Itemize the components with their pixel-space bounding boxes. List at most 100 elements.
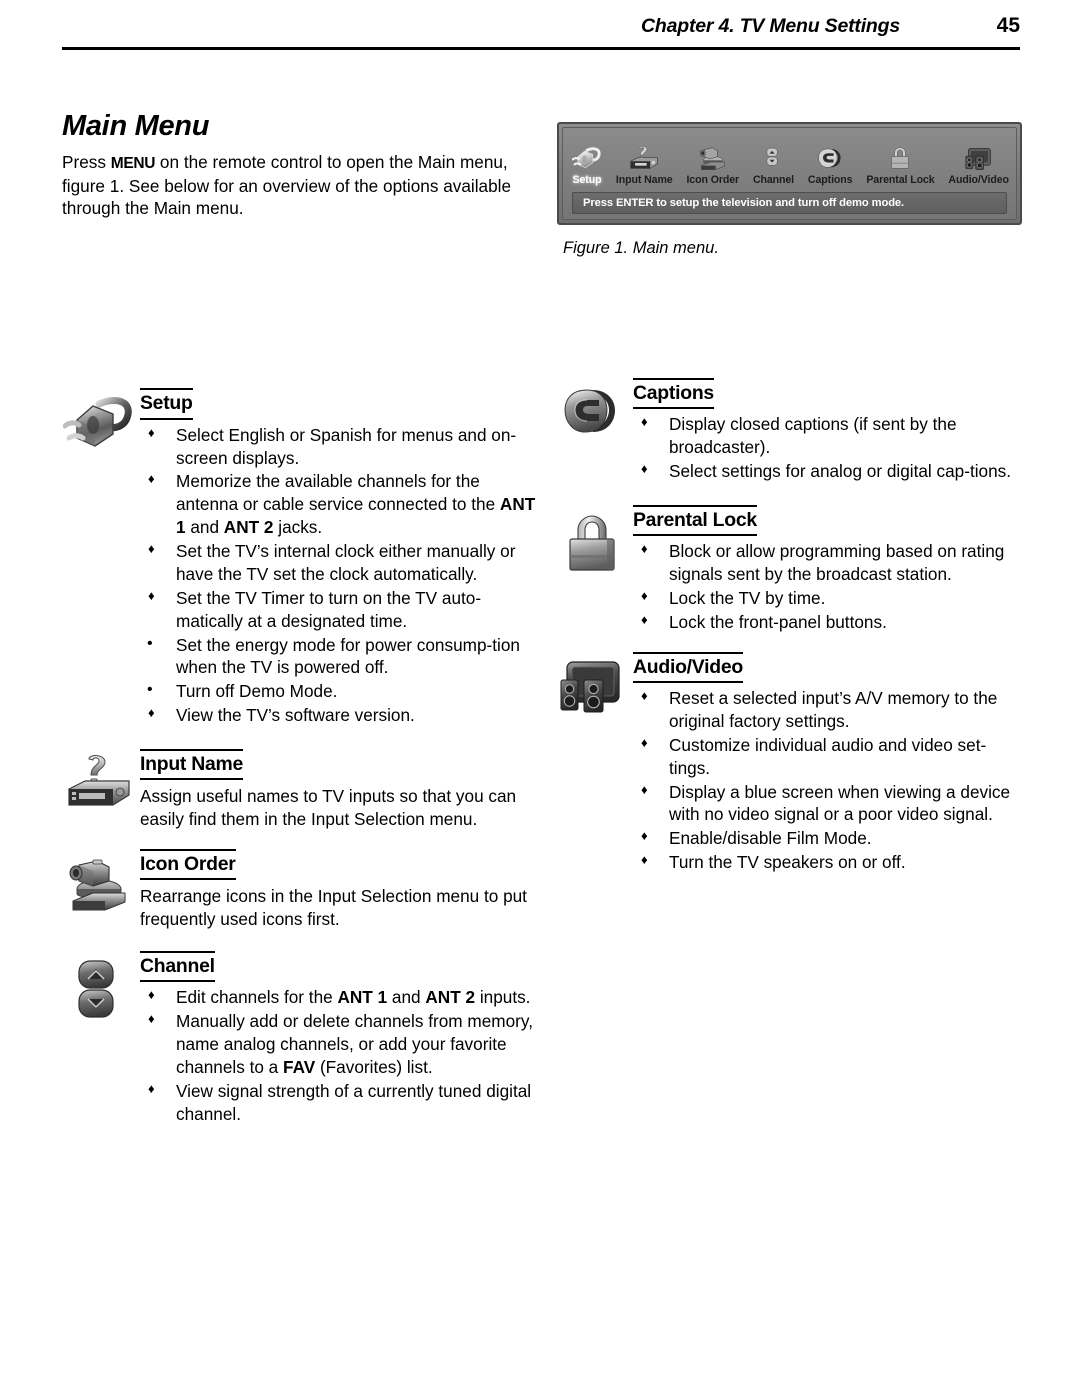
diamond-bullet-icon: ♦: [148, 1011, 155, 1027]
list-item: ♦ Set the TV’s internal clock either manu…: [140, 540, 544, 586]
section-heading-icon-order: Icon Order: [140, 849, 236, 881]
section-captions: Captions ♦ Display closed captions (if se…: [555, 378, 1025, 483]
section-heading-captions: Captions: [633, 378, 714, 410]
section-text-icon-order: Rearrange icons in the Input Selection m…: [140, 886, 527, 930]
section-channel: Channel ♦ Edit channels for the ANT 1 and…: [62, 951, 544, 1126]
list-item: ♦ Select English or Spanish for menus and…: [140, 424, 544, 470]
section-heading-channel: Channel: [140, 951, 215, 983]
list-item-text: Display closed captions (if sent by the …: [669, 414, 957, 458]
intro-paragraph: Press MENU on the remote control to open…: [62, 151, 544, 220]
section-text-input-name: Assign useful names to TV inputs so that…: [140, 786, 517, 830]
section-heading-audio-video: Audio/Video: [633, 651, 743, 684]
list-item-text: Edit channels for the ANT 1 and ANT 2 in…: [176, 987, 531, 1008]
diamond-bullet-icon: ♦: [641, 734, 648, 750]
intro-text-before: Press: [62, 152, 111, 172]
bullet-list-parental-lock: ♦ Block or allow programming based on rat…: [633, 540, 1025, 634]
list-item-text: View the TV’s software version.: [176, 705, 415, 726]
diamond-bullet-icon: ♦: [641, 852, 648, 868]
list-item: ♦ Lock the front-panel buttons.: [633, 611, 1025, 634]
list-item-text: Customize individual audio and video set…: [669, 734, 987, 778]
captions-cc-icon: [555, 384, 629, 450]
section-icon-order: Icon Order Rearrange icons in the Input …: [62, 849, 544, 931]
round-bullet-icon: •: [147, 634, 153, 652]
page-number: 45: [996, 14, 1020, 37]
diamond-bullet-icon: ♦: [148, 705, 155, 721]
diamond-bullet-icon: ♦: [148, 471, 155, 487]
list-item-text: Display a blue screen when viewing a dev…: [669, 781, 1011, 825]
section-heading-parental-lock: Parental Lock: [633, 504, 757, 537]
list-item-text: Set the TV Timer to turn on the TV auto-…: [176, 587, 482, 631]
bullet-list-captions: ♦ Display closed captions (if sent by the…: [633, 413, 1025, 483]
section-audio-video: Audio/Video ♦ Reset a selected input’s A/…: [555, 651, 1025, 874]
list-item: ♦ Memorize the available channels for the…: [140, 470, 544, 539]
list-item: ♦ Select settings for analog or digital c…: [633, 460, 1025, 483]
diamond-bullet-icon: ♦: [641, 781, 648, 797]
list-item-text: Enable/disable Film Mode.: [669, 828, 872, 849]
list-item-text: Memorize the available channels for the …: [176, 471, 536, 538]
list-item-text: Lock the front-panel buttons.: [669, 611, 887, 632]
page-title: Main Menu: [62, 110, 210, 142]
list-item: ♦ View the TV’s software version.: [140, 704, 544, 727]
list-item: ♦ Customize individual audio and video se…: [633, 734, 1025, 780]
emphasis-term: FAV: [283, 1057, 316, 1078]
diamond-bullet-icon: ♦: [148, 1080, 155, 1096]
diamond-bullet-icon: ♦: [641, 414, 648, 430]
list-item: ♦ Reset a selected input’s A/V memory to …: [633, 687, 1025, 733]
diamond-bullet-icon: ♦: [641, 461, 648, 477]
diamond-bullet-icon: ♦: [148, 424, 155, 440]
list-item: ♦ Turn the TV speakers on or off.: [633, 851, 1025, 874]
list-item: ♦ Lock the TV by time.: [633, 587, 1025, 610]
emphasis-term: ANT 2: [223, 517, 274, 538]
bullet-list-setup: ♦ Select English or Spanish for menus and…: [140, 424, 544, 727]
section-parental-lock: Parental Lock ♦ Block or allow programmin…: [555, 504, 1025, 634]
diamond-bullet-icon: ♦: [641, 828, 648, 844]
list-item: ♦ View signal strength of a currently tun…: [140, 1080, 544, 1126]
list-item: ♦ Set the TV Timer to turn on the TV auto…: [140, 587, 544, 633]
camcorder-icon: [62, 855, 136, 921]
list-item: • Turn off Demo Mode.: [140, 680, 544, 703]
section-setup: Setup ♦ Select English or Spanish for men…: [62, 388, 544, 727]
section-input-name: Input Name Assign useful names to TV inp…: [62, 749, 544, 831]
list-item-text: Turn off Demo Mode.: [176, 681, 338, 702]
list-item-text: Block or allow programming based on rati…: [669, 541, 1005, 585]
tv-speakers-icon: [555, 658, 629, 724]
list-item-text: Lock the TV by time.: [669, 588, 826, 608]
list-item: ♦ Manually add or delete channels from me…: [140, 1010, 544, 1079]
chapter-title: Chapter 4. TV Menu Settings: [641, 15, 900, 37]
list-item: • Set the energy mode for power consump-t…: [140, 634, 544, 680]
input-name-icon: [62, 755, 136, 821]
bullet-list-channel: ♦ Edit channels for the ANT 1 and ANT 2 i…: [140, 986, 544, 1125]
list-item-text: Select settings for analog or digital ca…: [669, 461, 1012, 482]
diamond-bullet-icon: ♦: [641, 541, 648, 557]
emphasis-term: ANT 2: [425, 987, 476, 1008]
list-item-text: Reset a selected input’s A/V memory to t…: [669, 688, 998, 731]
diamond-bullet-icon: ♦: [641, 611, 648, 627]
power-plug-icon: [62, 394, 136, 460]
channel-updown-icon: [62, 957, 136, 1023]
section-heading-setup: Setup: [140, 388, 193, 420]
menu-key-label: MENU: [110, 155, 156, 172]
list-item: ♦ Display closed captions (if sent by the…: [633, 413, 1025, 459]
emphasis-term: ANT 1: [337, 987, 388, 1008]
round-bullet-icon: •: [147, 681, 153, 699]
right-column: Captions ♦ Display closed captions (if se…: [555, 110, 1025, 880]
list-item-text: Set the energy mode for power consump-ti…: [176, 634, 520, 678]
diamond-bullet-icon: ♦: [148, 987, 155, 1003]
diamond-bullet-icon: ♦: [641, 588, 648, 603]
list-item: ♦ Edit channels for the ANT 1 and ANT 2 i…: [140, 986, 544, 1009]
list-item-text: Select English or Spanish for menus and …: [176, 424, 517, 468]
padlock-icon: [555, 511, 629, 577]
diamond-bullet-icon: ♦: [641, 688, 648, 704]
list-item: ♦ Display a blue screen when viewing a de…: [633, 781, 1025, 827]
list-item-text: Turn the TV speakers on or off.: [669, 852, 906, 873]
section-heading-input-name: Input Name: [140, 749, 243, 781]
page-header: Chapter 4. TV Menu Settings 45: [62, 14, 1020, 50]
list-item-text: View signal strength of a currently tune…: [176, 1080, 532, 1124]
left-column: Main Menu Press MENU on the remote contr…: [62, 110, 544, 1132]
diamond-bullet-icon: ♦: [148, 587, 155, 603]
list-item: ♦ Block or allow programming based on rat…: [633, 540, 1025, 586]
list-item-text: Manually add or delete channels from mem…: [176, 1011, 533, 1078]
list-item-text: Set the TV’s internal clock either manua…: [176, 541, 516, 584]
bullet-list-audio-video: ♦ Reset a selected input’s A/V memory to …: [633, 687, 1025, 874]
list-item: ♦ Enable/disable Film Mode.: [633, 827, 1025, 850]
